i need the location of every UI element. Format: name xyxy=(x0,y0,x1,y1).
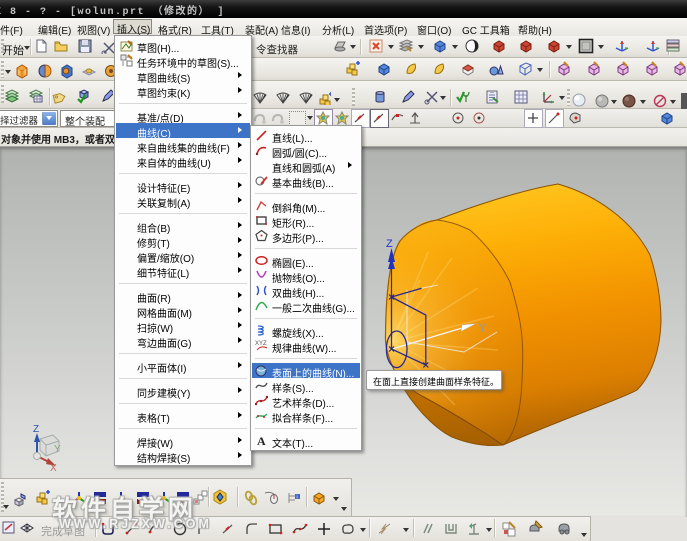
svg-text:Y: Y xyxy=(478,320,487,335)
svg-text:Z: Z xyxy=(33,424,39,435)
svg-text:A: A xyxy=(257,434,266,447)
svg-text:i: i xyxy=(297,495,298,501)
svg-text:XYZ: XYZ xyxy=(255,341,267,347)
svg-text:Z: Z xyxy=(386,238,393,250)
svg-text:X: X xyxy=(50,463,57,474)
svg-text:Y: Y xyxy=(54,444,61,455)
